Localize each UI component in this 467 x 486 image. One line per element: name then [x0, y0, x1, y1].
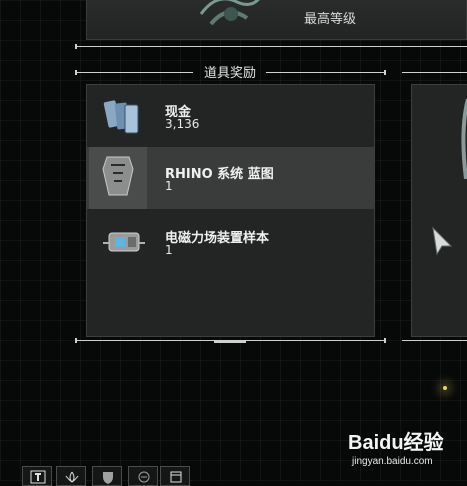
cash-icon [103, 100, 139, 134]
light-glow [443, 386, 447, 390]
lotus-button[interactable] [56, 466, 86, 486]
shield-button[interactable] [92, 466, 122, 486]
section-title: 道具奖励 [203, 66, 256, 81]
helmet-button[interactable] [128, 466, 158, 486]
reward-name: RHINO 系统 蓝图 [165, 167, 274, 182]
reward-name: 电磁力场装置样本 [165, 231, 270, 246]
text-toggle-button[interactable] [22, 466, 52, 486]
header-line-right [266, 72, 386, 73]
reward-item-field-device[interactable]: 电磁力场装置样本 1 [87, 211, 374, 273]
header-line-left [75, 72, 193, 73]
watermark: Baidu经验 jingyan.baidu.com [348, 426, 458, 470]
helmet-icon [138, 471, 150, 483]
reward-item-cash[interactable]: 现金 3,136 [87, 85, 374, 147]
mastery-art-icon [199, 0, 260, 26]
shield-icon [103, 472, 113, 484]
reward-item-blueprint[interactable]: RHINO 系统 蓝图 1 [87, 147, 374, 209]
divider-line [75, 44, 467, 49]
reward-quantity: 1 [165, 179, 173, 193]
reward-quantity: 3,136 [165, 117, 200, 131]
item-rewards-panel: 现金 3,136 RHINO 系统 蓝图 1 电磁力场装置样本 1 [86, 84, 375, 337]
watermark-logo: Baidu经验 [348, 432, 444, 454]
panel-icon [170, 471, 182, 483]
right-header-line [402, 72, 467, 73]
top-reward-card[interactable]: 最高等级 [86, 0, 467, 40]
reward-quantity: 1 [165, 243, 173, 257]
blueprint-icon [89, 147, 147, 209]
text-icon [30, 470, 46, 484]
level-label: 最高等级 [304, 12, 357, 27]
header-cap-right [384, 70, 386, 75]
mouse-cursor-icon [432, 226, 453, 256]
right-card-art [461, 99, 467, 179]
watermark-url: jingyan.baidu.com [352, 456, 433, 467]
field-device-icon [103, 232, 145, 252]
panel-button[interactable] [160, 466, 190, 486]
right-reward-card[interactable] [411, 84, 467, 337]
bottom-tab [214, 341, 246, 343]
right-bottom-line [402, 340, 467, 341]
bottom-cap-right [384, 338, 386, 343]
lotus-icon [65, 471, 79, 483]
